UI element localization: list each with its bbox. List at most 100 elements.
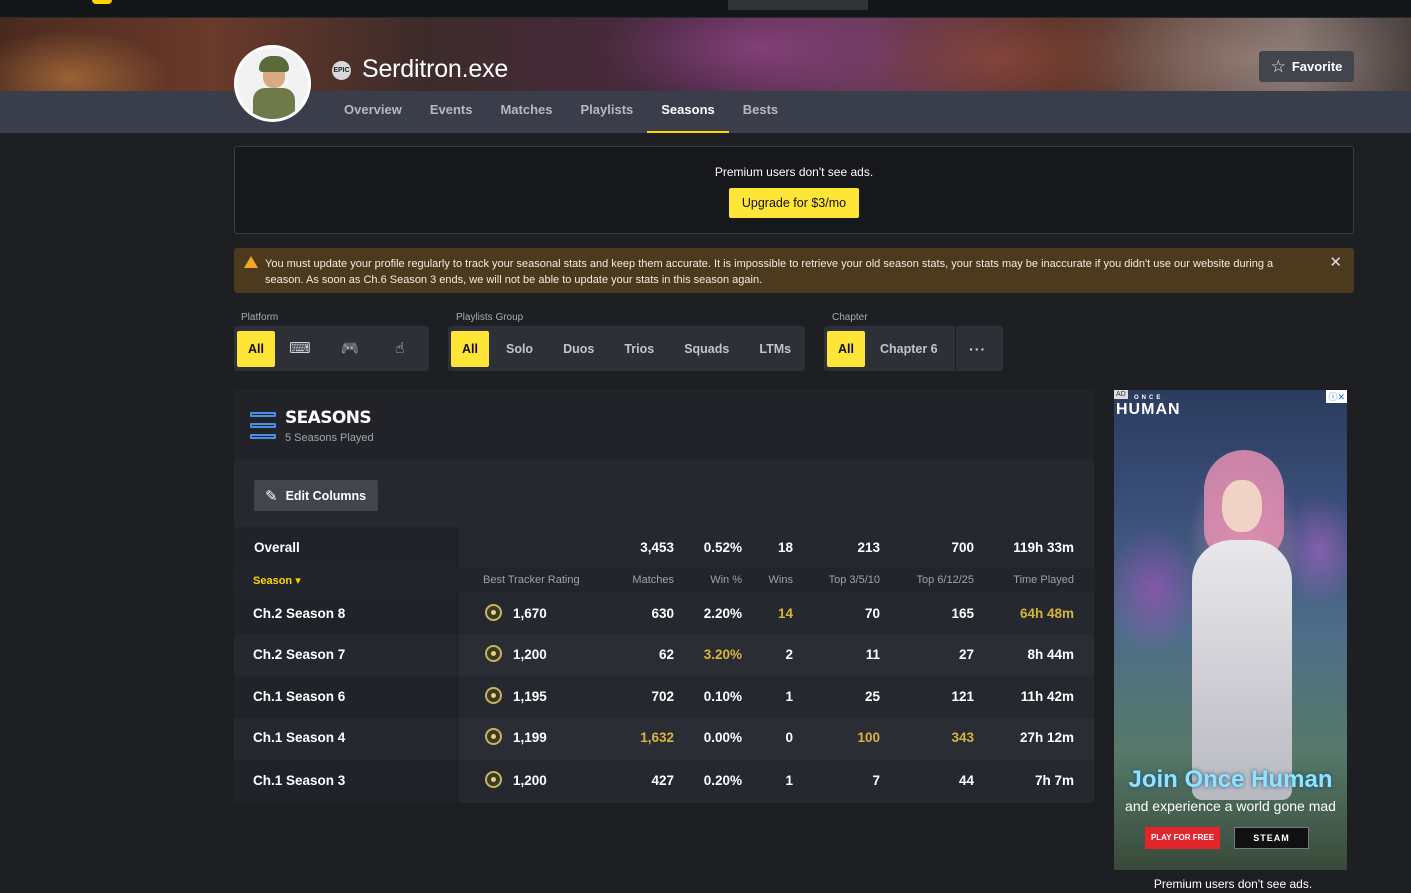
rank-badge-icon bbox=[485, 728, 502, 745]
time-value: 64h 48m bbox=[1019, 606, 1074, 621]
header-top25[interactable]: Top 6/12/25 bbox=[917, 574, 975, 586]
ad-subtitle: and experience a world gone mad bbox=[1125, 798, 1336, 814]
platform-all-button[interactable]: All bbox=[237, 330, 275, 367]
matches-value: 62 bbox=[658, 647, 674, 662]
table-row[interactable]: Ch.1 Season 4 1,199 1,632 0.00% 0 100 34… bbox=[234, 718, 1094, 760]
playlist-trios-button[interactable]: Trios bbox=[613, 331, 665, 367]
seasons-panel-header: SEASONS 5 Seasons Played bbox=[234, 390, 1094, 460]
table-row[interactable]: Ch.1 Season 6 1,195 702 0.10% 1 25 121 1… bbox=[234, 676, 1094, 718]
tab-events[interactable]: Events bbox=[416, 91, 487, 133]
site-logo[interactable] bbox=[92, 0, 112, 4]
warning-text: You must update your profile regularly t… bbox=[265, 258, 1274, 286]
top25-value: 44 bbox=[958, 773, 974, 788]
playlist-squads-button[interactable]: Squads bbox=[673, 331, 740, 367]
ad-close-icon[interactable]: ⓘ✕ bbox=[1326, 390, 1347, 403]
win-pct-value: 2.20% bbox=[703, 606, 742, 621]
tab-overview[interactable]: Overview bbox=[330, 91, 416, 133]
header-win-pct[interactable]: Win % bbox=[710, 574, 742, 586]
profile-tabs: Overview Events Matches Playlists Season… bbox=[330, 91, 792, 133]
header-time[interactable]: Time Played bbox=[1013, 574, 1074, 586]
seasons-title: SEASONS bbox=[285, 408, 372, 428]
header-wins[interactable]: Wins bbox=[769, 574, 793, 586]
ad-banner[interactable]: AD ONCE HUMAN ⓘ✕ Join Once Human and expe… bbox=[1114, 390, 1347, 870]
overall-top25: 700 bbox=[951, 540, 974, 555]
tab-bests[interactable]: Bests bbox=[729, 91, 792, 133]
rank-badge-icon bbox=[485, 604, 502, 621]
ad-premium-note: Premium users don't see ads. bbox=[1153, 877, 1313, 891]
platform-filter: All ⌨ 🎮 ☝ bbox=[234, 326, 429, 371]
matches-value: 1,632 bbox=[640, 730, 674, 745]
overall-top10: 213 bbox=[857, 540, 880, 555]
header-matches[interactable]: Matches bbox=[632, 574, 674, 586]
matches-value: 427 bbox=[651, 773, 674, 788]
nav-pill[interactable] bbox=[728, 0, 868, 10]
touch-icon[interactable]: ☝ bbox=[375, 331, 425, 367]
overall-win-pct: 0.52% bbox=[703, 540, 742, 555]
tab-seasons[interactable]: Seasons bbox=[647, 91, 730, 133]
overall-time: 119h 33m bbox=[1013, 540, 1074, 555]
season-name: Ch.2 Season 8 bbox=[253, 606, 346, 621]
overall-label: Overall bbox=[254, 540, 300, 555]
edit-columns-label: Edit Columns bbox=[285, 488, 367, 503]
season-name: Ch.2 Season 7 bbox=[253, 647, 346, 662]
chapter-6-button[interactable]: Chapter 6 bbox=[869, 331, 949, 367]
wins-value: 2 bbox=[785, 647, 793, 662]
playlist-duos-button[interactable]: Duos bbox=[552, 331, 605, 367]
time-value: 7h 7m bbox=[1034, 773, 1074, 788]
favorite-label: Favorite bbox=[1291, 59, 1343, 74]
platform-filter-label: Platform bbox=[241, 312, 279, 323]
tab-playlists[interactable]: Playlists bbox=[567, 91, 648, 133]
rank-badge-icon bbox=[485, 645, 502, 662]
win-pct-value: 0.10% bbox=[703, 689, 742, 704]
matches-value: 702 bbox=[651, 689, 674, 704]
epic-platform-icon: EPIC bbox=[332, 61, 351, 80]
ad-brand-logo: ONCE HUMAN bbox=[1116, 395, 1181, 418]
favorite-button[interactable]: ☆ Favorite bbox=[1259, 51, 1354, 82]
ad-play-button[interactable]: PLAY FOR FREE bbox=[1145, 827, 1220, 849]
more-options-button[interactable]: ··· bbox=[956, 341, 1000, 357]
gamepad-icon[interactable]: 🎮 bbox=[325, 331, 375, 367]
overall-row: Overall 3,453 0.52% 18 213 700 119h 33m bbox=[234, 527, 1094, 567]
table-row[interactable]: Ch.2 Season 7 1,200 62 3.20% 2 11 27 8h … bbox=[234, 635, 1094, 676]
top10-value: 25 bbox=[864, 689, 880, 704]
table-header: Season ▾ Best Tracker Rating Matches Win… bbox=[234, 567, 1094, 593]
tab-matches[interactable]: Matches bbox=[486, 91, 566, 133]
wins-value: 1 bbox=[785, 689, 793, 704]
rating-value: 1,670 bbox=[513, 606, 547, 621]
keyboard-icon[interactable]: ⌨ bbox=[275, 331, 325, 367]
chapter-filter-label: Chapter bbox=[832, 312, 868, 323]
top-nav-strip bbox=[0, 0, 1411, 18]
list-icon bbox=[250, 412, 276, 440]
header-top10[interactable]: Top 3/5/10 bbox=[829, 574, 880, 586]
chapter-all-button[interactable]: All bbox=[827, 330, 865, 367]
pencil-icon: ✎ bbox=[265, 487, 278, 505]
playlist-solo-button[interactable]: Solo bbox=[495, 331, 544, 367]
season-sort-header[interactable]: Season ▾ bbox=[253, 574, 301, 587]
header-rating[interactable]: Best Tracker Rating bbox=[483, 574, 580, 586]
warning-alert: You must update your profile regularly t… bbox=[234, 248, 1354, 293]
profile-username: Serditron.exe bbox=[362, 55, 509, 83]
rating-value: 1,195 bbox=[513, 689, 547, 704]
upgrade-button[interactable]: Upgrade for $3/mo bbox=[728, 188, 860, 218]
profile-banner bbox=[0, 18, 1411, 91]
ad-headline: Join Once Human bbox=[1128, 766, 1333, 793]
time-value: 8h 44m bbox=[1027, 647, 1074, 662]
table-row[interactable]: Ch.1 Season 3 1,200 427 0.20% 1 7 44 7h … bbox=[234, 760, 1094, 803]
rating-value: 1,200 bbox=[513, 773, 547, 788]
close-icon[interactable]: ✕ bbox=[1329, 255, 1342, 271]
win-pct-value: 0.00% bbox=[703, 730, 742, 745]
overall-matches: 3,453 bbox=[640, 540, 674, 555]
table-row[interactable]: Ch.2 Season 8 1,670 630 2.20% 14 70 165 … bbox=[234, 593, 1094, 635]
top10-value: 100 bbox=[857, 730, 880, 745]
top10-value: 11 bbox=[865, 647, 880, 662]
premium-banner: Premium users don't see ads. Upgrade for… bbox=[234, 146, 1354, 234]
playlist-all-button[interactable]: All bbox=[451, 330, 489, 367]
warning-icon bbox=[244, 256, 258, 268]
time-value: 27h 12m bbox=[1019, 730, 1074, 745]
edit-columns-button[interactable]: ✎ Edit Columns bbox=[254, 480, 378, 511]
rank-badge-icon bbox=[485, 771, 502, 788]
ad-steam-button[interactable]: STEAM bbox=[1234, 827, 1309, 849]
playlist-ltms-button[interactable]: LTMs bbox=[748, 331, 802, 367]
avatar bbox=[234, 45, 311, 122]
top25-value: 165 bbox=[951, 606, 974, 621]
